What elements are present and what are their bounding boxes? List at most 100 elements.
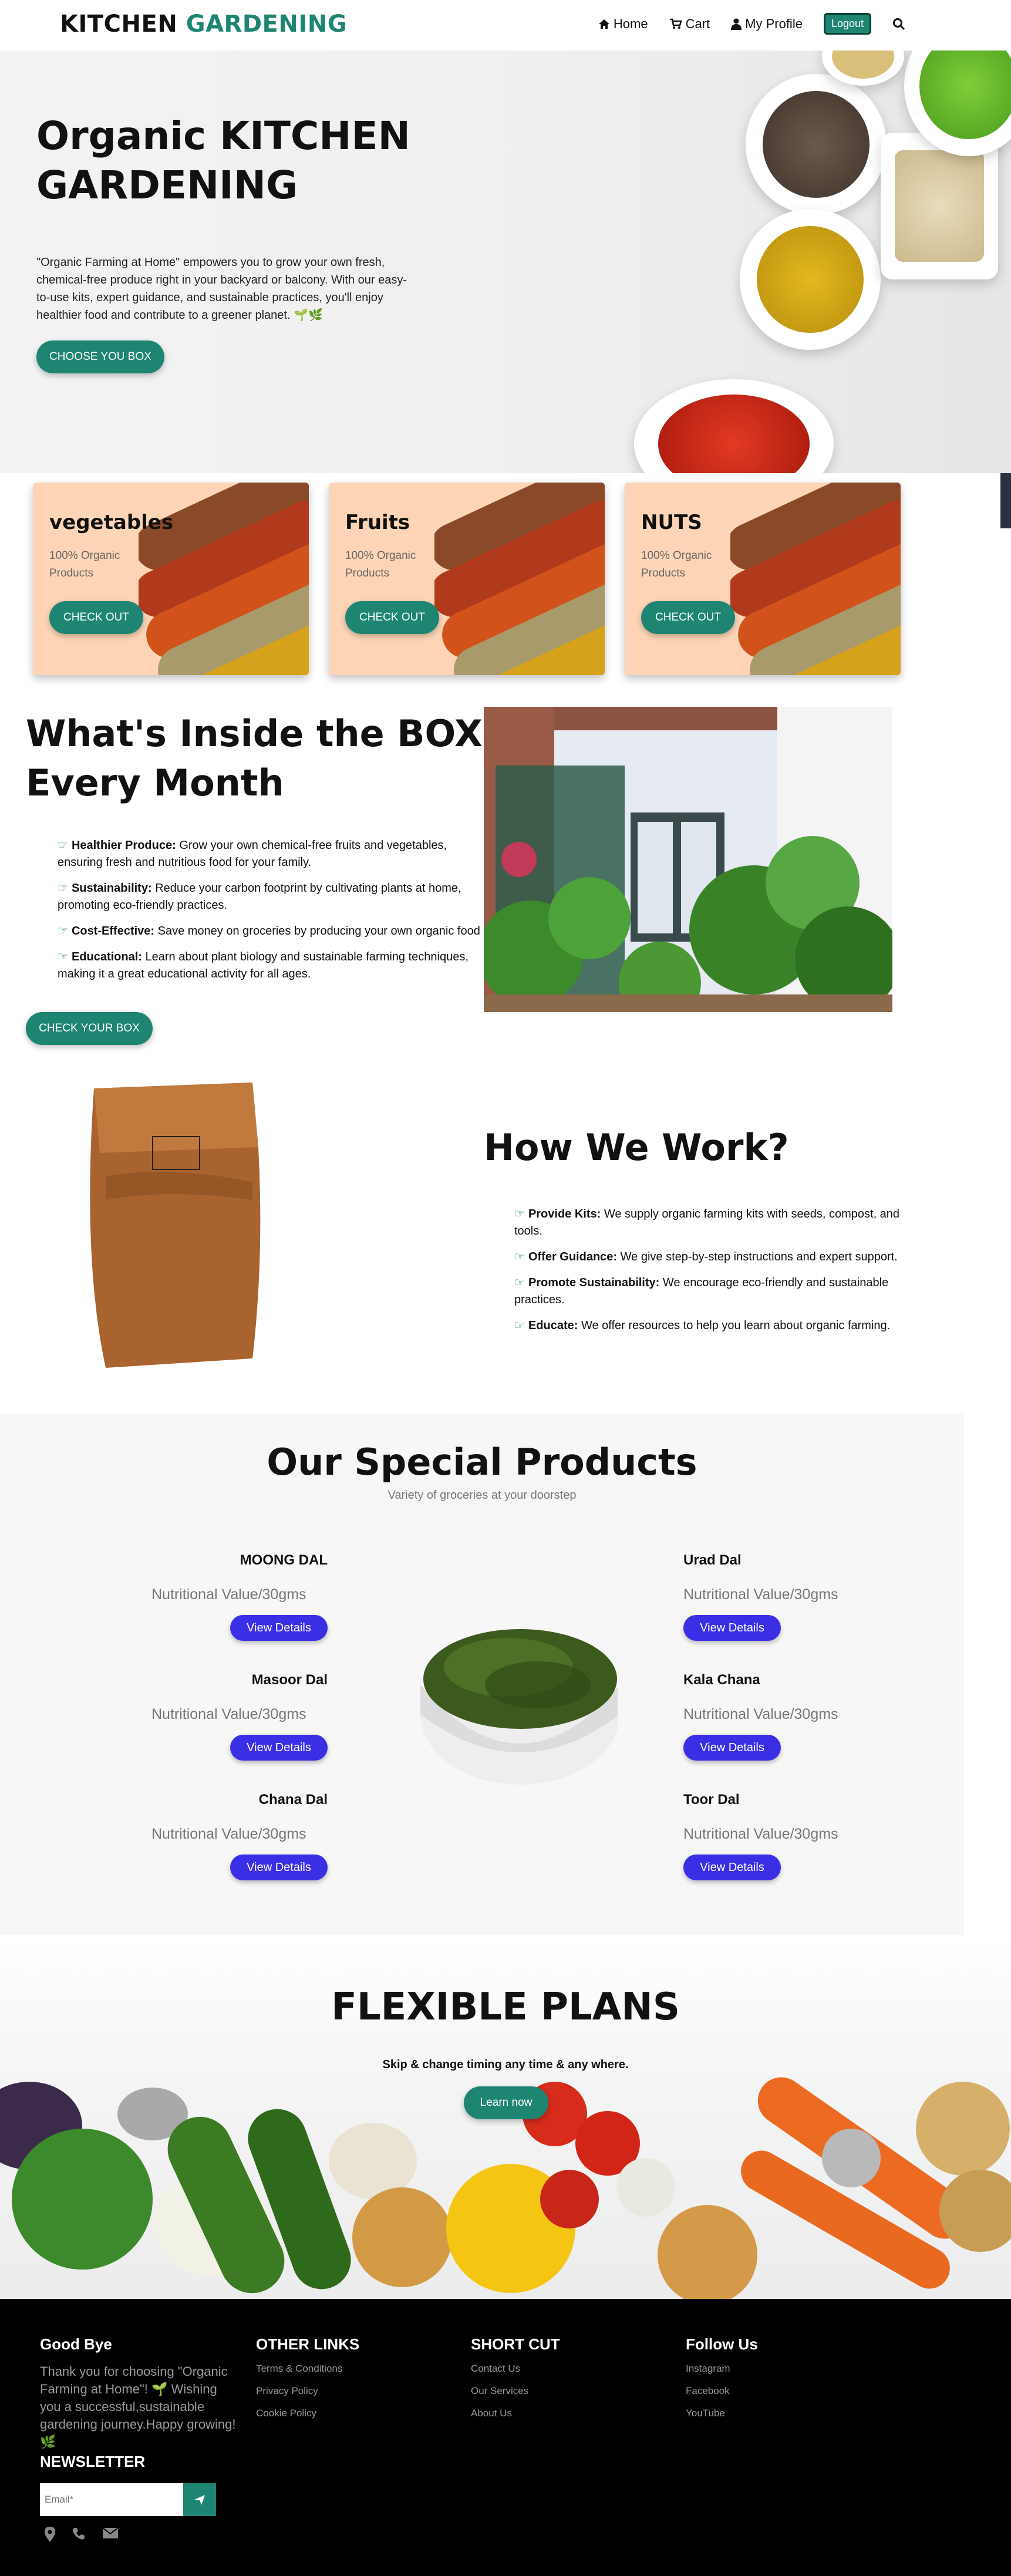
- bowl-chia: [746, 74, 887, 215]
- search-icon[interactable]: [892, 18, 905, 31]
- footer-link-youtube[interactable]: YouTube: [686, 2406, 879, 2420]
- hand-point-icon: ☞: [58, 950, 68, 963]
- product-kala-chana: Kala Chana Nutritional Value/30gms View …: [683, 1672, 860, 1761]
- footer-other-links: OTHER LINKS Terms & Conditions Privacy P…: [256, 2335, 450, 2420]
- product-nutrition: Nutritional Value/30gms: [683, 1826, 838, 1842]
- hand-point-icon: ☞: [514, 1250, 525, 1263]
- category-card-fruits: Fruits 100% Organic Products CHECK OUT: [329, 483, 605, 675]
- logo-gardening: GARDENING: [186, 11, 348, 38]
- footer-link-contact[interactable]: Contact Us: [471, 2362, 665, 2376]
- envelope-icon[interactable]: [102, 2527, 119, 2540]
- product-moong-dal: MOONG DAL Nutritional Value/30gms View D…: [151, 1552, 328, 1641]
- list-item: ☞ Sustainability: Reduce your carbon foot…: [58, 882, 461, 912]
- footer-link-cookie[interactable]: Cookie Policy: [256, 2406, 450, 2420]
- product-nutrition: Nutritional Value/30gms: [151, 1706, 306, 1722]
- site-logo[interactable]: KITCHEN GARDENING: [60, 11, 347, 38]
- product-name: Toor Dal: [683, 1792, 740, 1808]
- product-nutrition: Nutritional Value/30gms: [683, 1706, 838, 1722]
- card-title: vegetables: [49, 511, 174, 534]
- footer-heading: SHORT CUT: [471, 2335, 560, 2353]
- inside-box-list: ☞ Healthier Produce: Grow your own chemic…: [58, 837, 480, 992]
- card-subtitle: 100% Organic Products: [49, 549, 120, 579]
- send-icon: [194, 2495, 205, 2505]
- card-subtitle: 100% Organic Products: [641, 549, 712, 579]
- list-item: ☞ Promote Sustainability: We encourage ec…: [514, 1276, 889, 1306]
- product-name: Masoor Dal: [251, 1672, 328, 1688]
- paper-bag-image: [82, 1083, 265, 1368]
- list-item: ☞ Educate: We offer resources to help you…: [514, 1319, 891, 1332]
- product-chana-dal: Chana Dal Nutritional Value/30gms View D…: [151, 1792, 328, 1880]
- product-nutrition: Nutritional Value/30gms: [151, 1826, 306, 1842]
- footer-link-terms[interactable]: Terms & Conditions: [256, 2362, 450, 2376]
- product-name: MOONG DAL: [240, 1552, 328, 1568]
- bowl-goji: [634, 379, 834, 473]
- user-icon: [731, 18, 742, 30]
- hero-description: "Organic Farming at Home" empowers you t…: [36, 256, 407, 322]
- check-out-button[interactable]: CHECK OUT: [49, 601, 143, 634]
- hero-section: Organic KITCHEN GARDENING "Organic Farmi…: [0, 50, 1011, 473]
- balcony-garden-image: [484, 707, 892, 1012]
- card-title: NUTS: [641, 511, 702, 534]
- hand-point-icon: ☞: [58, 839, 68, 852]
- check-your-box-button[interactable]: CHECK YOUR BOX: [26, 1012, 153, 1045]
- nav-home-link[interactable]: Home: [598, 16, 648, 32]
- footer-follow: Follow Us Instagram Facebook YouTube: [686, 2335, 879, 2420]
- check-out-button[interactable]: CHECK OUT: [345, 601, 439, 634]
- product-nutrition: Nutritional Value/30gms: [683, 1586, 838, 1603]
- footer-link-facebook[interactable]: Facebook: [686, 2384, 879, 2398]
- product-nutrition: Nutritional Value/30gms: [151, 1586, 306, 1603]
- map-marker-icon[interactable]: [45, 2527, 55, 2542]
- hand-point-icon: ☞: [514, 1276, 525, 1289]
- top-navbar: KITCHEN GARDENING Home Cart My Profile L…: [0, 0, 1011, 50]
- bowl-pollen: [740, 209, 881, 350]
- special-products-title: Our Special Products: [267, 1441, 697, 1483]
- hand-point-icon: ☞: [514, 1208, 525, 1220]
- newsletter-form: [40, 2483, 216, 2516]
- hand-point-icon: ☞: [514, 1319, 525, 1332]
- view-details-button[interactable]: View Details: [230, 1855, 328, 1880]
- newsletter-email-input[interactable]: [40, 2483, 183, 2516]
- view-details-button[interactable]: View Details: [683, 1615, 781, 1641]
- phone-icon[interactable]: [72, 2527, 86, 2541]
- hero-title: Organic KITCHEN GARDENING: [36, 113, 410, 208]
- flexible-plans-section: FLEXIBLE PLANS Skip & change timing any …: [0, 1935, 1011, 2299]
- logo-kitchen: KITCHEN: [60, 11, 178, 38]
- footer-link-instagram[interactable]: Instagram: [686, 2362, 879, 2376]
- footer: Good Bye Thank you for choosing "Organic…: [0, 2299, 1011, 2576]
- hand-point-icon: ☞: [58, 882, 68, 895]
- check-out-button[interactable]: CHECK OUT: [641, 601, 735, 634]
- footer-link-services[interactable]: Our Services: [471, 2384, 665, 2398]
- how-we-work-list: ☞ Provide Kits: We supply organic farming…: [514, 1206, 914, 1343]
- flexible-plans-title: FLEXIBLE PLANS: [331, 1985, 680, 2029]
- herb-bowl-image: [420, 1620, 618, 1788]
- view-details-button[interactable]: View Details: [683, 1855, 781, 1880]
- view-details-button[interactable]: View Details: [683, 1735, 781, 1761]
- newsletter-send-button[interactable]: [183, 2483, 216, 2516]
- home-icon: [598, 19, 609, 29]
- view-details-button[interactable]: View Details: [230, 1735, 328, 1761]
- nav-links: Home Cart My Profile Logout: [598, 13, 905, 35]
- footer-heading: Follow Us: [686, 2335, 758, 2353]
- how-we-work-title: How We Work?: [484, 1126, 789, 1169]
- nav-cart-link[interactable]: Cart: [669, 16, 710, 32]
- choose-box-button[interactable]: CHOOSE YOU BOX: [36, 340, 164, 373]
- view-details-button[interactable]: View Details: [230, 1615, 328, 1641]
- logout-button[interactable]: Logout: [823, 13, 871, 35]
- footer-shortcut: SHORT CUT Contact Us Our Services About …: [471, 2335, 665, 2420]
- list-item: ☞ Cost-Effective: Save money on groceries…: [58, 925, 480, 938]
- footer-heading: OTHER LINKS: [256, 2335, 360, 2353]
- category-card-vegetables: vegetables 100% Organic Products CHECK O…: [33, 483, 309, 675]
- nav-profile-link[interactable]: My Profile: [731, 16, 803, 32]
- list-item: ☞ Healthier Produce: Grow your own chemic…: [58, 839, 447, 869]
- footer-link-privacy[interactable]: Privacy Policy: [256, 2384, 450, 2398]
- inside-box-title: What's Inside the BOX Every Month: [26, 712, 483, 804]
- product-name: Kala Chana: [683, 1672, 760, 1688]
- footer-link-about[interactable]: About Us: [471, 2406, 665, 2420]
- product-masoor-dal: Masoor Dal Nutritional Value/30gms View …: [151, 1672, 328, 1761]
- nav-home-label: Home: [613, 16, 648, 31]
- category-card-nuts: NUTS 100% Organic Products CHECK OUT: [625, 483, 901, 675]
- learn-now-button[interactable]: Learn now: [464, 2086, 548, 2119]
- spices-image: [730, 483, 901, 675]
- special-products-subtitle: Variety of groceries at your doorstep: [387, 1489, 577, 1502]
- footer-contact-icons: [45, 2527, 119, 2542]
